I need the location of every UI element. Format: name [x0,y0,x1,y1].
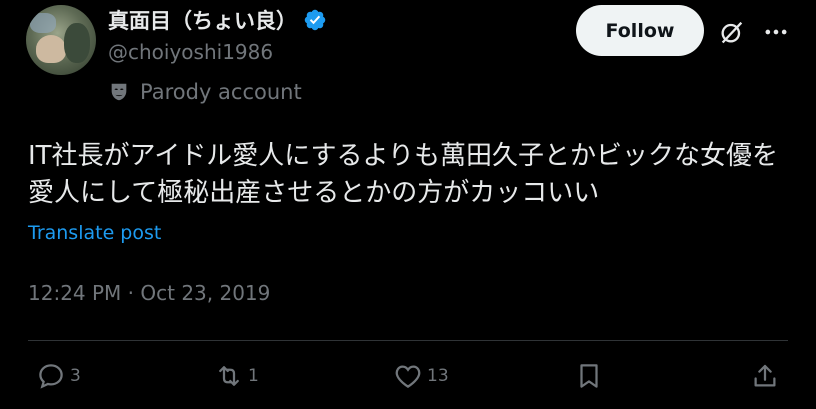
avatar[interactable] [26,5,96,75]
avatar-shape [64,23,90,63]
translate-post-link[interactable]: Translate post [28,222,161,244]
tweet-text: IT社長がアイドル愛人にするよりも萬田久子とかビックな女優を愛人にして極秘出産さ… [28,141,778,208]
parody-account-label: Parody account [108,80,302,104]
parody-account-text: Parody account [140,80,302,104]
reply-button[interactable]: 3 [36,360,81,392]
share-icon [754,364,776,387]
follow-button[interactable]: Follow [576,5,704,56]
reply-count: 3 [70,366,81,386]
like-count: 13 [427,366,449,386]
tweet-timestamp[interactable]: 12:24 PM · Oct 23, 2019 [28,281,270,305]
heart-icon [395,365,421,388]
grok-icon[interactable] [718,18,746,46]
retweet-icon [219,366,239,386]
author-display-name[interactable]: 真面目（ちょい良） [108,5,297,35]
like-button[interactable]: 13 [393,360,449,392]
author-name-row: 真面目（ちょい良） [108,6,327,34]
share-button[interactable] [750,360,780,392]
more-icon[interactable] [762,18,790,46]
bookmark-icon [580,364,598,388]
divider [28,340,788,341]
tweet-card: 真面目（ちょい良） @choiyoshi1986 Parody account … [0,0,816,409]
verified-icon[interactable] [303,8,327,32]
reply-icon [39,364,63,389]
avatar-shape [36,35,66,63]
repost-button[interactable]: 1 [214,360,259,392]
author-handle[interactable]: @choiyoshi1986 [108,40,273,64]
repost-count: 1 [248,366,259,386]
mask-icon [111,83,127,101]
bookmark-button[interactable] [574,360,604,392]
avatar-shape [30,13,56,33]
